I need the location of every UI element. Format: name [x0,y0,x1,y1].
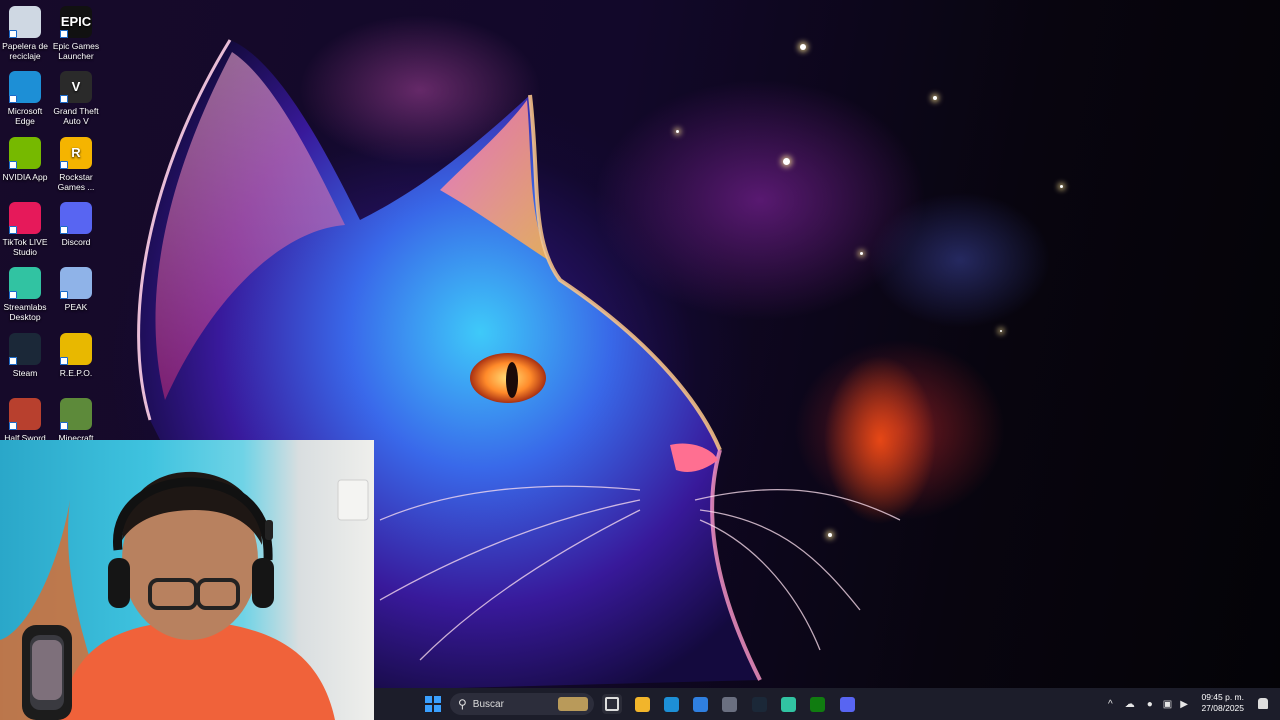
desktop-icon[interactable]: Papelera de reciclaje [0,6,51,61]
desktop-icon[interactable]: Minecraft [50,397,102,443]
taskbar-app-button[interactable] [632,694,652,714]
desktop-icon-label: Discord [61,236,91,247]
tiktok-live-icon [9,201,41,234]
desktop-icon-label: Grand Theft Auto V [53,106,99,127]
rockstar-icon: R [60,136,92,169]
streamlabs-icon [781,696,796,712]
discord-icon [60,201,92,234]
streamlabs-icon [9,267,41,300]
desktop-icon[interactable]: Microsoft Edge [0,71,51,126]
desktop-icon-label: Rockstar Games ... [57,171,95,192]
desktop-icon-label: Streamlabs Desktop [3,302,47,323]
show-hidden-icons-chevron-icon[interactable]: ^ [1108,699,1113,710]
search-icon: ⚲ [458,697,467,711]
clock-date: 27/08/2025 [1201,703,1244,713]
desktop-icon[interactable]: V Grand Theft Auto V [50,71,102,126]
desktop-icon[interactable]: R Rockstar Games ... [50,136,102,192]
cube-app-icon [722,696,738,712]
taskbar-app-button[interactable] [837,694,857,714]
desktop-icon-label: Microsoft Edge [7,106,43,127]
epic-games-icon: EPIC [60,6,92,38]
desktop-icon-label: PEAK [64,302,88,313]
desktop-icon[interactable]: Streamlabs Desktop [0,267,51,322]
desktop-icon[interactable]: PEAK [50,267,102,312]
desktop-icon[interactable]: EPIC Epic Games Launcher [50,6,102,61]
taskbar-clock[interactable]: 09:45 p. m. 27/08/2025 [1194,692,1244,714]
desktop-icon-label: Epic Games Launcher [52,41,100,61]
taskbar-app-button[interactable] [808,694,828,714]
webcam-overlay [0,440,374,720]
taskbar-app-button[interactable] [720,694,740,714]
discord-icon [839,696,855,712]
minecraft-icon [60,397,92,430]
microsoft-store-icon [693,696,709,712]
desktop-icon[interactable]: R.E.P.O. [50,332,102,378]
taskbar-app-button[interactable] [691,694,711,714]
taskbar: ⚲ Buscar ^ ☁ ● ▣ ▶ 09:45 p. m. 27/08/202… [374,688,1280,720]
taskbar-search-box[interactable]: ⚲ Buscar [450,693,594,715]
clock-time: 09:45 p. m. [1201,692,1244,702]
desktop-icon-label: Papelera de reciclaje [2,41,48,61]
peak-icon [60,267,92,300]
file-explorer-icon [634,696,650,712]
desktop-icon-label: Steam [12,367,38,378]
steam-icon [751,696,767,712]
network-icon[interactable]: ▣ [1163,699,1172,710]
desktop-icon[interactable]: NVIDIA App [0,136,51,182]
microphone-icon[interactable]: ● [1147,699,1153,710]
task-view-icon [605,697,619,711]
desktop-icon[interactable]: TikTok LIVE Studio [0,201,51,257]
task-view-button[interactable] [602,694,622,714]
search-highlight-icon [558,697,588,711]
xbox-icon [810,696,826,712]
webcam-person-illustration [0,471,369,720]
gta-v-icon: V [60,71,92,104]
desktop-icon-label: R.E.P.O. [59,367,93,378]
start-button[interactable] [423,694,443,714]
windows-logo-icon [425,696,441,712]
notification-bell-icon[interactable] [1258,698,1268,709]
desktop-icon[interactable]: Half Sword [0,397,51,443]
edge-icon [663,696,679,712]
edge-icon [9,71,41,104]
taskbar-app-button[interactable] [779,694,799,714]
taskbar-app-button[interactable] [661,694,681,714]
system-tray: ^ ☁ ● ▣ ▶ [1108,688,1188,720]
volume-icon[interactable]: ▶ [1180,699,1188,710]
search-placeholder: Buscar [472,698,504,710]
desktop-icon[interactable]: Steam [0,332,51,378]
cloud-icon[interactable]: ☁ [1125,699,1135,710]
nvidia-icon [9,136,41,169]
repo-icon [60,332,92,365]
taskbar-app-button[interactable] [749,694,769,714]
recycle-bin-icon [9,6,41,38]
steam-icon [9,332,41,365]
half-sword-icon [9,397,41,430]
desktop-icon-label: NVIDIA App [2,171,48,182]
desktop-icon-label: TikTok LIVE Studio [2,236,48,257]
desktop-icon[interactable]: Discord [50,201,102,247]
